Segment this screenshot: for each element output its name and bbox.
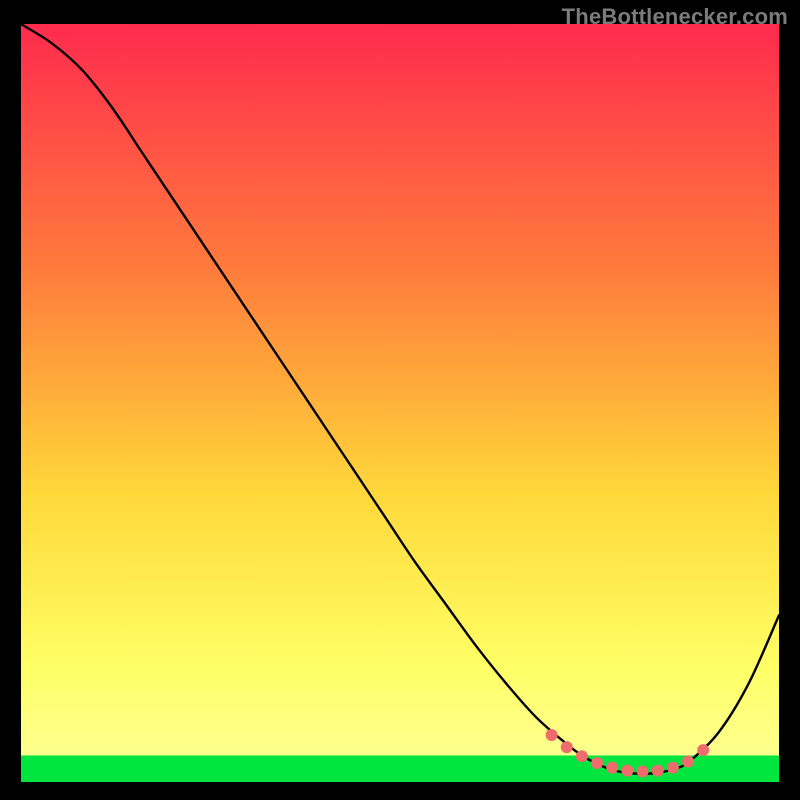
highlight-dot <box>682 756 694 768</box>
highlight-dot <box>561 741 573 753</box>
plot-area <box>21 24 779 782</box>
highlight-dot <box>591 757 603 769</box>
green-band <box>21 755 779 782</box>
gradient-background <box>21 24 779 782</box>
highlight-dot <box>621 765 633 777</box>
chart-frame: TheBottlenecker.com <box>0 0 800 800</box>
highlight-dot <box>667 762 679 774</box>
highlight-dot <box>697 744 709 756</box>
highlight-dot <box>546 729 558 741</box>
highlight-dot <box>606 762 618 774</box>
highlight-dot <box>637 765 649 777</box>
plot-svg <box>21 24 779 782</box>
highlight-dot <box>652 765 664 777</box>
highlight-dot <box>576 750 588 762</box>
